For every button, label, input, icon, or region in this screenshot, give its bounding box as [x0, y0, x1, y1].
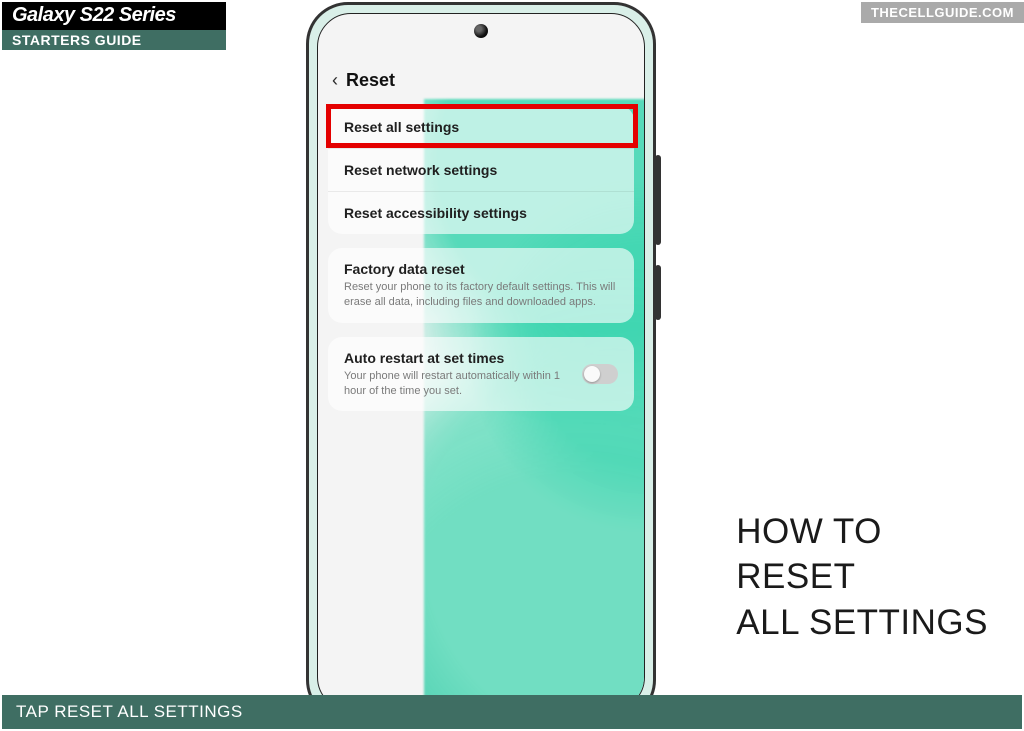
phone-frame: ‹ Reset Reset all settings Reset network…	[306, 2, 656, 722]
row-reset-all-settings[interactable]: Reset all settings	[328, 106, 634, 149]
row-label: Reset all settings	[344, 119, 618, 135]
auto-restart-toggle[interactable]	[582, 364, 618, 384]
row-auto-restart[interactable]: Auto restart at set times Your phone wil…	[328, 337, 634, 412]
row-label: Reset accessibility settings	[344, 205, 618, 221]
starters-guide-banner: STARTERS GUIDE	[2, 30, 226, 50]
row-label: Factory data reset	[344, 261, 618, 277]
reset-options-card: Reset all settings Reset network setting…	[328, 106, 634, 234]
back-icon[interactable]: ‹	[332, 70, 338, 91]
volume-button	[655, 155, 661, 245]
front-camera	[474, 24, 488, 38]
title-line: ALL SETTINGS	[736, 600, 988, 646]
factory-reset-card: Factory data reset Reset your phone to i…	[328, 248, 634, 323]
page-title: Reset	[346, 70, 395, 91]
article-title: HOW TO RESET ALL SETTINGS	[736, 509, 988, 646]
row-reset-network-settings[interactable]: Reset network settings	[328, 149, 634, 192]
title-line: HOW TO	[736, 509, 988, 555]
settings-list: Reset all settings Reset network setting…	[328, 106, 634, 425]
app-bar: ‹ Reset	[318, 62, 644, 99]
row-description: Your phone will restart automatically wi…	[344, 369, 572, 399]
row-label: Reset network settings	[344, 162, 618, 178]
row-reset-accessibility-settings[interactable]: Reset accessibility settings	[328, 192, 634, 234]
series-banner: Galaxy S22 Series	[2, 2, 226, 32]
row-label: Auto restart at set times	[344, 350, 572, 366]
row-factory-data-reset[interactable]: Factory data reset Reset your phone to i…	[328, 248, 634, 323]
auto-restart-card: Auto restart at set times Your phone wil…	[328, 337, 634, 412]
title-line: RESET	[736, 554, 988, 600]
power-button	[655, 265, 661, 320]
watermark: THECELLGUIDE.COM	[861, 2, 1024, 23]
series-title: Galaxy S22 Series	[12, 4, 216, 27]
step-caption-bar: TAP RESET ALL SETTINGS	[2, 695, 1022, 729]
step-caption: TAP RESET ALL SETTINGS	[16, 702, 243, 722]
row-description: Reset your phone to its factory default …	[344, 280, 618, 310]
phone-screen: ‹ Reset Reset all settings Reset network…	[317, 13, 645, 711]
